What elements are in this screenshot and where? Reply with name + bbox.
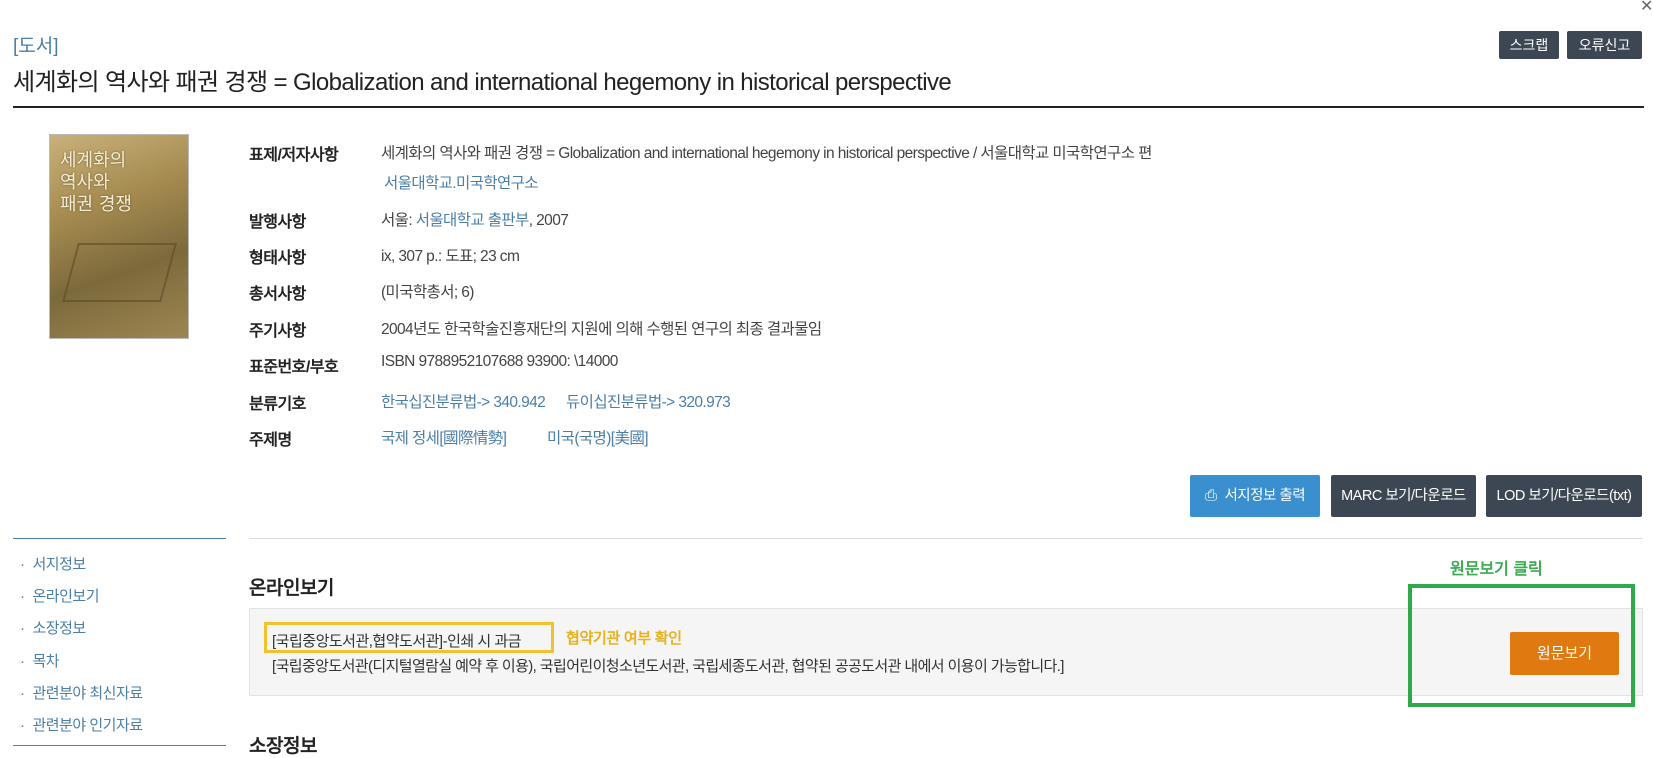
field-value-physical: ix, 307 p.: 도표; 23 cm: [381, 248, 520, 265]
field-value-series: (미국학총서; 6): [381, 284, 474, 301]
annotation-click-view: 원문보기 클릭: [1450, 561, 1543, 578]
scrap-button[interactable]: 스크랩: [1499, 31, 1559, 59]
marc-download-button[interactable]: MARC 보기/다운로드: [1331, 475, 1476, 517]
page-title: 세계화의 역사와 패권 경쟁 = Globalization and inter…: [13, 69, 952, 96]
ddc-classification-link[interactable]: 듀이십진분류법-> 320.973: [566, 390, 731, 412]
field-label-isbn: 표준번호/부호: [249, 359, 339, 376]
sidebar-item-label: 온라인보기: [32, 588, 100, 605]
sidebar-item-label: 목차: [32, 653, 60, 670]
sidebar-item-label: 서지정보: [32, 556, 87, 573]
sidebar-item-label: 관련분야 인기자료: [32, 717, 144, 734]
publisher-link[interactable]: 서울대학교 출판부: [416, 212, 530, 229]
sidebar-top-rule: [13, 538, 226, 539]
lod-download-button[interactable]: LOD 보기/다운로드(txt): [1486, 475, 1642, 517]
section-divider: [249, 538, 1643, 539]
sidebar-item-popular[interactable]: · 관련분야 인기자료: [20, 714, 143, 735]
sidebar-item-bibliographic[interactable]: · 서지정보: [20, 553, 86, 574]
field-value-notes: 2004년도 한국학술진흥재단의 지원에 의해 수행된 연구의 최종 결과물임: [381, 321, 822, 338]
field-label-series: 총서사항: [249, 286, 306, 303]
cover-title-line: 패권 경쟁: [60, 194, 132, 215]
field-label-title-author: 표제/저자사항: [249, 147, 339, 164]
sidebar-bottom-rule: [13, 745, 226, 746]
holdings-heading: 소장정보: [249, 736, 317, 757]
kdc-classification-link[interactable]: 한국십진분류법-> 340.942: [381, 390, 546, 412]
cover-title-line: 역사와: [60, 172, 110, 193]
sidebar-item-recent[interactable]: · 관련분야 최신자료: [20, 682, 143, 703]
field-label-notes: 주기사항: [249, 323, 306, 340]
book-cover-image: 세계화의 역사와 패권 경쟁: [50, 135, 188, 338]
subject-link[interactable]: 국제 정세[國際情勢]: [381, 426, 507, 448]
annotation-check-institution: 협약기관 여부 확인: [566, 630, 682, 647]
cover-title-line: 세계화의: [60, 150, 127, 171]
field-value-isbn: ISBN 9788952107688 93900: \14000: [381, 353, 618, 370]
field-value-title-author: 세계화의 역사와 패권 경쟁 = Globalization and inter…: [381, 145, 1152, 162]
printer-icon: ⎙: [1204, 487, 1217, 504]
field-value-publication: 서울: 서울대학교 출판부, 2007: [381, 208, 569, 230]
cover-illustration: [62, 243, 177, 302]
field-label-subject: 주제명: [249, 432, 292, 449]
category-label: [도서]: [13, 36, 59, 57]
title-divider: [13, 106, 1644, 108]
field-label-publication: 발행사항: [249, 214, 306, 231]
sidebar-item-label: 관련분야 최신자료: [32, 685, 144, 702]
author-link[interactable]: 서울대학교.미국학연구소: [384, 171, 539, 193]
publication-place: 서울:: [381, 212, 416, 229]
sidebar-item-holdings[interactable]: · 소장정보: [20, 617, 86, 638]
publication-year: , 2007: [528, 212, 569, 229]
sidebar-item-toc[interactable]: · 목차: [20, 650, 60, 671]
field-label-classification: 분류기호: [249, 396, 306, 413]
online-view-heading: 온라인보기: [249, 578, 334, 599]
highlight-box-yellow: [264, 622, 554, 653]
print-bibliographic-button[interactable]: ⎙ 서지정보 출력: [1190, 475, 1320, 517]
sidebar-item-online-view[interactable]: · 온라인보기: [20, 585, 100, 606]
close-icon[interactable]: ✕: [1640, 0, 1653, 16]
field-label-physical: 형태사항: [249, 250, 306, 267]
sidebar-item-label: 소장정보: [32, 620, 87, 637]
view-original-button[interactable]: 원문보기: [1510, 632, 1619, 675]
report-error-button[interactable]: 오류신고: [1567, 31, 1642, 59]
access-locations-text: [국립중앙도서관(디지털열람실 예약 후 이용), 국립어린이청소년도서관, 국…: [272, 658, 1064, 675]
print-button-label: 서지정보 출력: [1224, 488, 1306, 504]
subject-link[interactable]: 미국(국명)[美國]: [547, 426, 649, 448]
